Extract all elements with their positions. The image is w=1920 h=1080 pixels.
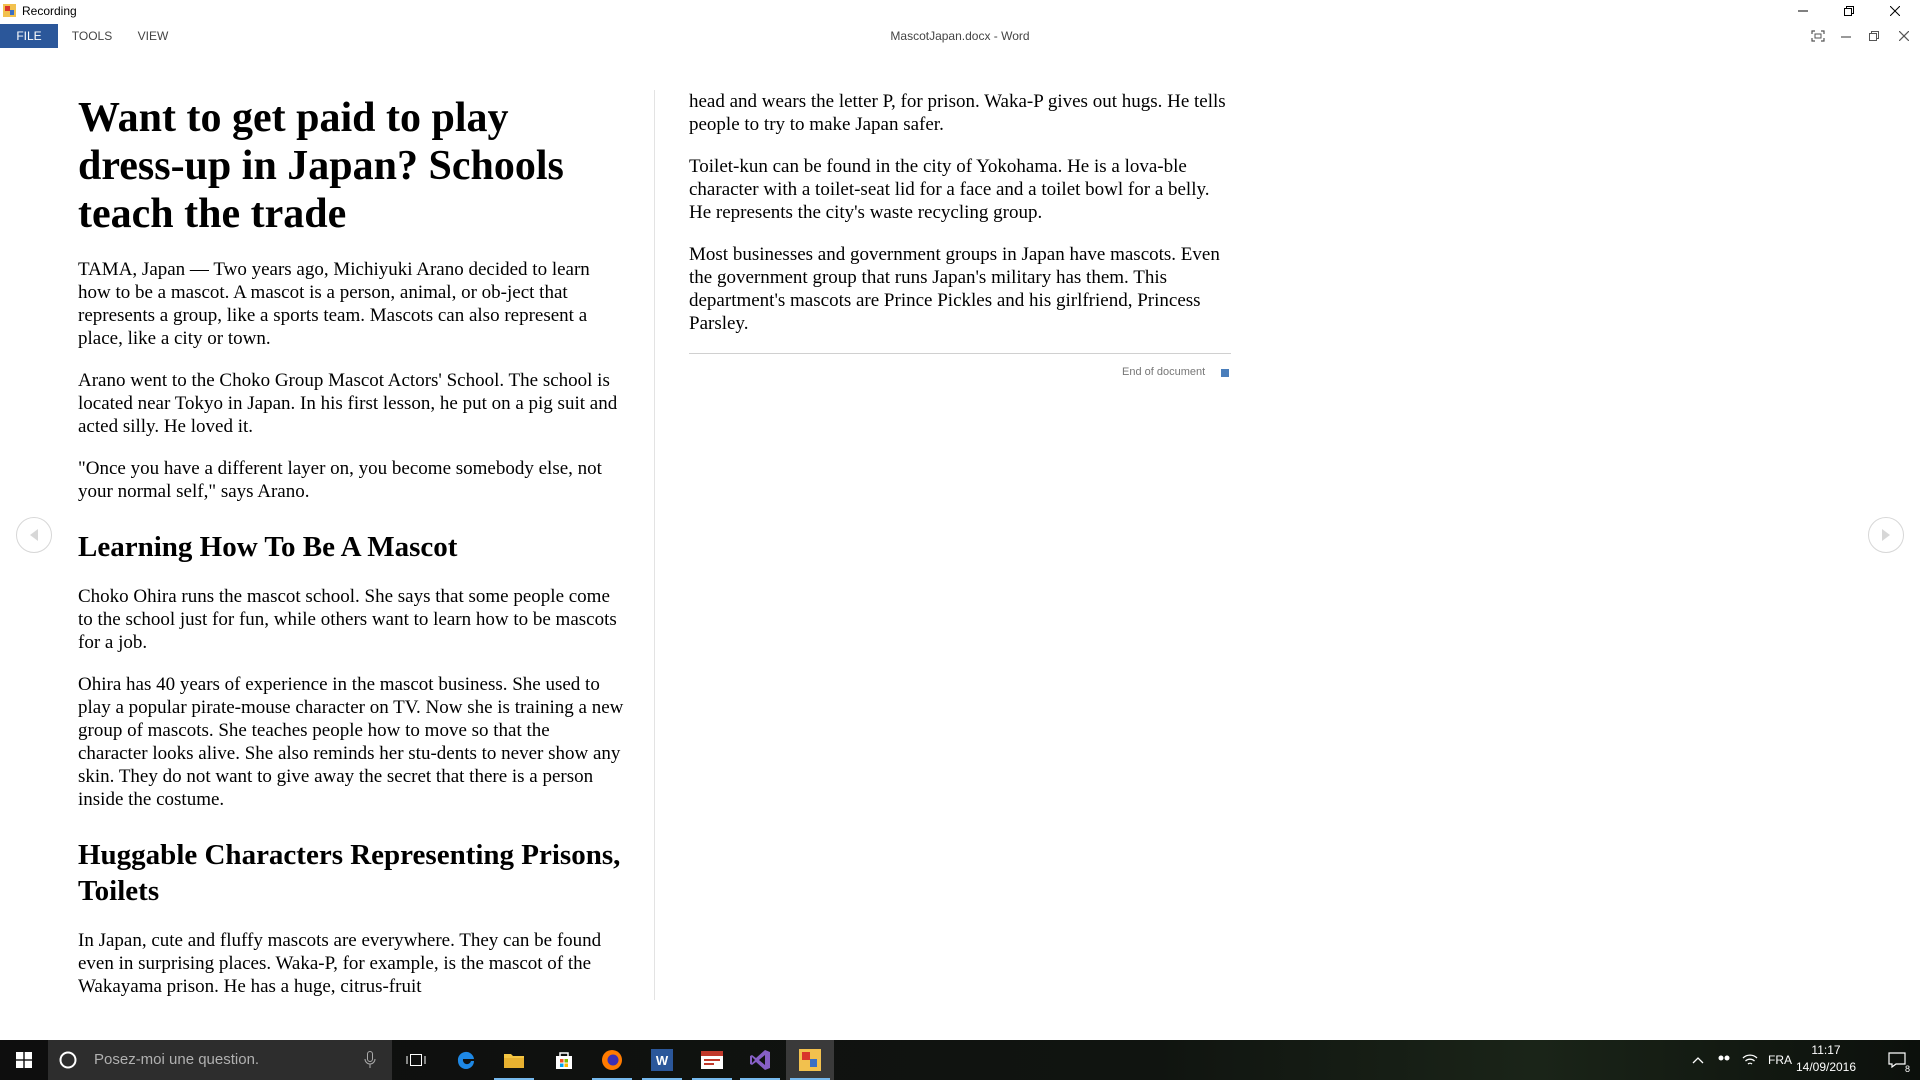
store-icon bbox=[556, 1052, 572, 1069]
column-divider bbox=[654, 90, 655, 1000]
visual-studio-icon bbox=[750, 1050, 770, 1070]
paragraph: Ohira has 40 years of experience in the … bbox=[78, 674, 624, 810]
tray-app-button[interactable] bbox=[1716, 1040, 1732, 1080]
paragraph: Toilet-kun can be found in the city of Y… bbox=[689, 156, 1210, 223]
restore-icon bbox=[1869, 31, 1879, 41]
microphone-icon[interactable] bbox=[364, 1051, 376, 1069]
notification-count: 8 bbox=[1904, 1064, 1910, 1074]
taskbar-firefox[interactable] bbox=[588, 1040, 636, 1080]
restore-button[interactable] bbox=[1826, 0, 1872, 22]
document-column-right: head and wears the letter P, for prison.… bbox=[689, 90, 1231, 354]
taskbar-edge[interactable] bbox=[442, 1040, 490, 1080]
minimize-icon bbox=[1798, 10, 1808, 12]
network-button[interactable] bbox=[1742, 1040, 1758, 1080]
end-of-document-marker bbox=[1221, 369, 1229, 377]
task-view-button[interactable] bbox=[392, 1040, 440, 1080]
arrow-right-icon bbox=[1882, 529, 1890, 541]
taskbar-recording-app[interactable] bbox=[786, 1040, 834, 1080]
svg-text:W: W bbox=[656, 1053, 669, 1068]
section-heading: Huggable Characters Representing Prisons… bbox=[78, 839, 621, 907]
word-menu-bar: MascotJapan.docx - Word FILE TOOLS VIEW bbox=[0, 24, 1920, 48]
document-column-left: Want to get paid to play dress-up in Jap… bbox=[78, 88, 624, 1017]
paragraph: TAMA, Japan — Two years ago, Michiyuki A… bbox=[78, 259, 590, 349]
clock[interactable]: 11:17 14/09/2016 bbox=[1786, 1042, 1866, 1076]
search-box[interactable]: Posez-moi une question. bbox=[48, 1040, 392, 1080]
clock-date: 14/09/2016 bbox=[1795, 1060, 1857, 1074]
word-icon: W bbox=[651, 1049, 673, 1071]
start-button[interactable] bbox=[0, 1040, 48, 1080]
notifications-icon bbox=[1888, 1052, 1906, 1068]
minimize-icon bbox=[1841, 36, 1851, 38]
taskbar-word[interactable]: W bbox=[638, 1040, 686, 1080]
recording-app-icon bbox=[3, 4, 16, 17]
menu-view[interactable]: VIEW bbox=[128, 24, 178, 48]
article-title: Want to get paid to play dress-up in Jap… bbox=[78, 95, 564, 237]
taskbar-visual-studio[interactable] bbox=[736, 1040, 784, 1080]
firefox-icon bbox=[602, 1050, 622, 1070]
next-page-button[interactable] bbox=[1868, 517, 1904, 553]
end-of-document-rule bbox=[689, 353, 1231, 354]
minimize-button[interactable] bbox=[1780, 0, 1826, 22]
restore-icon bbox=[1844, 6, 1854, 16]
recording-window-title: Recording bbox=[22, 4, 77, 18]
paragraph: head and wears the letter P, for prison.… bbox=[689, 91, 1226, 135]
paragraph: Choko Ohira runs the mascot school. She … bbox=[78, 586, 617, 653]
recording-app-icon bbox=[799, 1049, 821, 1071]
word-minimize-button[interactable] bbox=[1832, 24, 1860, 48]
close-button[interactable] bbox=[1872, 0, 1918, 22]
recording-title-bar: Recording bbox=[0, 0, 1920, 22]
app-tile-icon bbox=[701, 1051, 723, 1069]
menu-tools[interactable]: TOOLS bbox=[66, 24, 118, 48]
document-title: MascotJapan.docx - Word bbox=[890, 29, 1030, 43]
search-placeholder: Posez-moi une question. bbox=[94, 1051, 260, 1068]
windows-logo-icon bbox=[16, 1052, 32, 1068]
task-view-icon bbox=[406, 1054, 426, 1066]
word-restore-button[interactable] bbox=[1860, 24, 1888, 48]
folder-icon bbox=[504, 1054, 524, 1068]
close-icon bbox=[1890, 6, 1900, 16]
paragraph: In Japan, cute and fluffy mascots are ev… bbox=[78, 930, 602, 997]
word-close-button[interactable] bbox=[1890, 24, 1918, 48]
fullscreen-icon bbox=[1811, 30, 1825, 42]
edge-icon bbox=[457, 1051, 474, 1069]
paragraph: Arano went to the Choko Group Mascot Act… bbox=[78, 370, 618, 437]
wifi-icon bbox=[1742, 1054, 1758, 1065]
fullscreen-button[interactable] bbox=[1804, 24, 1832, 48]
action-center-button[interactable]: 8 bbox=[1874, 1040, 1920, 1080]
arrow-left-icon bbox=[30, 529, 38, 541]
end-of-document-label: End of document bbox=[1122, 366, 1206, 378]
paragraph: Most businesses and government groups in… bbox=[689, 244, 1220, 334]
taskbar-file-explorer[interactable] bbox=[490, 1040, 538, 1080]
paragraph: "Once you have a different layer on, you… bbox=[78, 458, 602, 502]
show-hidden-icons-button[interactable] bbox=[1692, 1040, 1704, 1080]
previous-page-button[interactable] bbox=[16, 517, 52, 553]
chevron-up-icon bbox=[1692, 1057, 1704, 1064]
section-heading: Learning How To Be A Mascot bbox=[78, 531, 458, 563]
people-icon bbox=[1718, 1055, 1730, 1061]
cortana-icon bbox=[59, 1051, 77, 1069]
taskbar: Posez-moi une question. W FRA 11:17 14/0… bbox=[0, 1040, 1920, 1080]
close-icon bbox=[1899, 31, 1909, 41]
taskbar-app[interactable] bbox=[688, 1040, 736, 1080]
clock-time: 11:17 bbox=[1811, 1043, 1841, 1057]
menu-file[interactable]: FILE bbox=[0, 24, 58, 48]
taskbar-store[interactable] bbox=[540, 1040, 588, 1080]
